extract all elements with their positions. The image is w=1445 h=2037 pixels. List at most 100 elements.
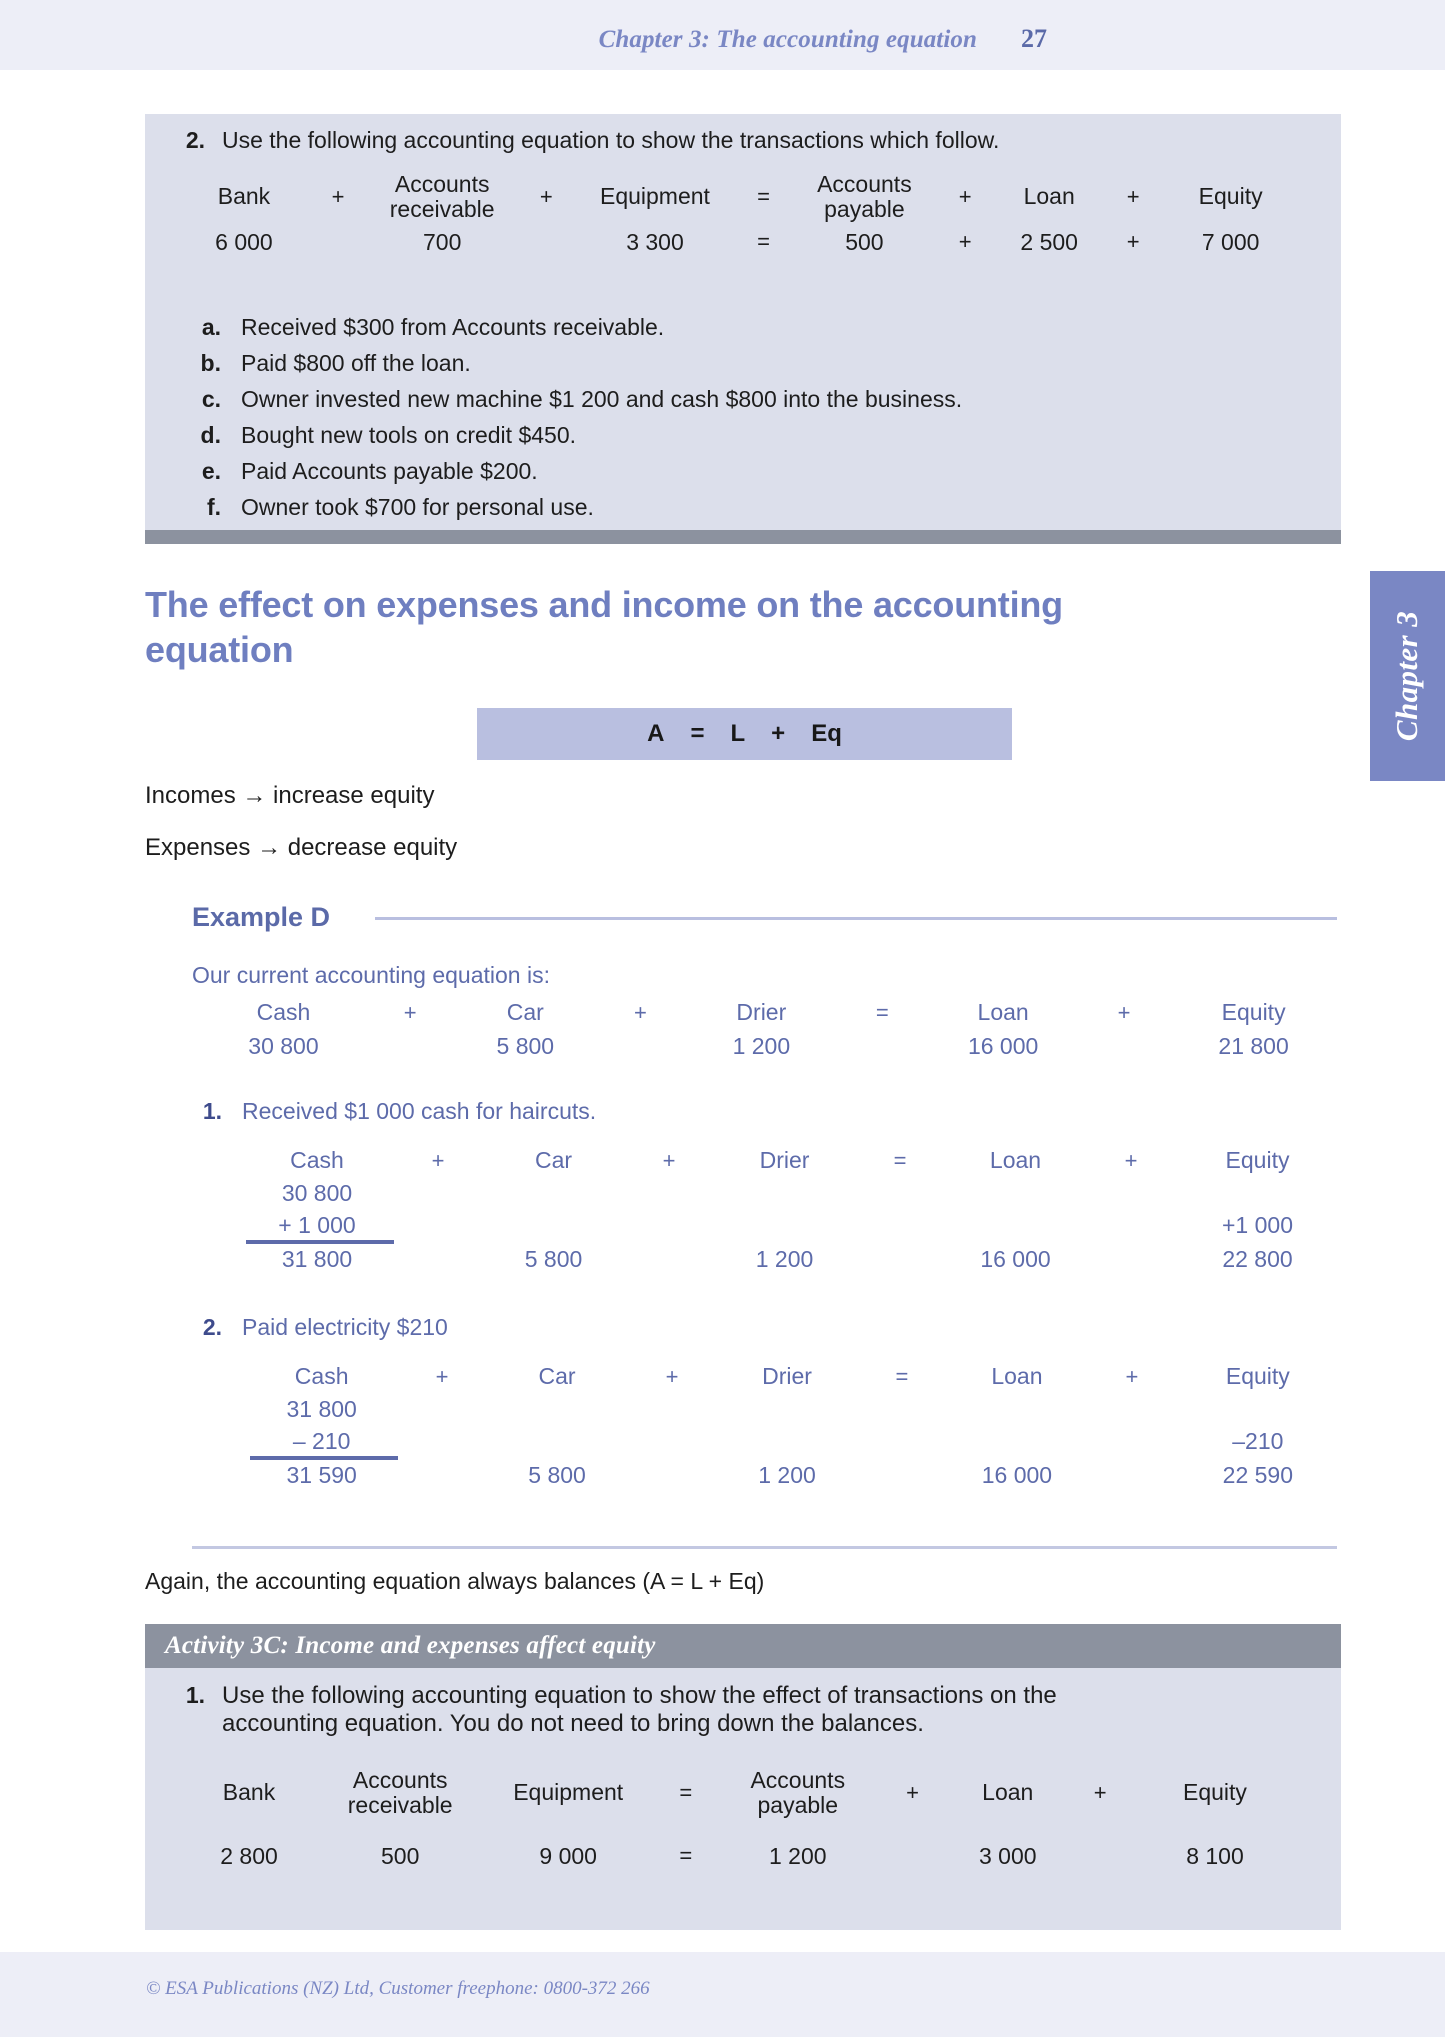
eq-value [946,1422,1088,1454]
subtotal-rule [250,1456,399,1461]
eq-value [394,1206,482,1238]
spacer [625,1237,713,1247]
eq-cell: Car [534,1147,573,1173]
eq-value: = [757,229,771,255]
eq-value [1087,1173,1175,1206]
eq-value [856,1206,944,1238]
eq-value: 21 800 [1218,1032,1289,1059]
section-heading: The effect on expenses and income on the… [145,582,1275,673]
eq-cell: Drier [759,1147,810,1173]
eq-cell: Car [538,1363,576,1389]
eq-value: 500 [381,1842,420,1869]
eq-cell: Equity [1183,1779,1247,1806]
eq-value [944,1173,1087,1206]
list-item-text: Paid Accounts payable $200. [241,458,538,484]
eq-cell: Equity [1198,183,1263,210]
transaction-list: a. Received $300 from Accounts receivabl… [191,314,1311,521]
activity-3c-prompt-line2: accounting equation. You do not need to … [222,1710,924,1737]
eq-value [1087,1247,1175,1272]
eq-cell: Equipment [513,1779,624,1806]
eq-value [1069,1818,1131,1869]
eq-value: 30 800 [248,1032,319,1059]
chapter-title: Chapter 3: The accounting equation [598,26,977,53]
activity-box-top: 2. Use the following accounting equation… [145,114,1341,530]
eq-cell: = [895,1363,909,1389]
formula-term-l: L [730,720,746,747]
activity-3c-equation: Bank Accounts receivable Equipment = Acc… [179,1768,1299,1868]
activity-3c-title: Activity 3C: Income and expenses affect … [165,1632,656,1659]
example-closing-rule [192,1546,1337,1549]
t2-opening-row: 31 800 [245,1389,1340,1422]
list-item-marker: b. [200,350,221,376]
eq-value: 16 000 [967,1032,1039,1059]
eq-value: + 1 000 [278,1211,356,1238]
eq-value: 22 800 [1222,1246,1293,1273]
t1-closing-row: 31 800 5 800 1 200 16 000 22 800 [240,1247,1340,1272]
page-number: 27 [1021,24,1047,53]
eq-value [1088,1389,1176,1422]
eq-cell: + [539,183,553,209]
t2-closing-row: 31 590 5 800 1 200 16 000 22 590 [245,1463,1340,1488]
eq-cell-line2: receivable [347,1791,453,1818]
rule-incomes: Incomes → increase equity [145,782,435,809]
eq-cell: + [435,1363,449,1389]
t1-change-row: + 1 000 +1 000 [240,1206,1340,1238]
question-row: 2. Use the following accounting equation… [165,127,1315,154]
eq-cell: Equipment [599,183,710,210]
eq-cell: = [875,999,889,1025]
eq-cell: Loan [977,999,1029,1025]
rule-expenses: Expenses → decrease equity [145,834,458,861]
eq-cell: Equity [1225,1363,1290,1389]
eq-value [879,1818,946,1869]
eq-cell: Bank [222,1779,276,1806]
example-closing-note: Again, the accounting equation always ba… [145,1568,765,1594]
example-rule-line [375,917,1337,920]
eq-value [367,1025,453,1059]
eq-cell: + [403,999,417,1025]
eq-value: 3 000 [978,1842,1037,1869]
eq-value [858,1422,946,1454]
eq-cell: + [906,1779,919,1805]
eq-value [486,1389,628,1422]
eq-value: 1 200 [768,1842,827,1869]
eq-cell: + [634,999,647,1025]
eq-value: 9 000 [539,1842,597,1869]
eq-value: 31 800 [286,1395,357,1422]
list-item-text: Paid $800 off the loan. [241,350,471,376]
transaction-number: 1. [202,1098,222,1124]
eq-value: 2 500 [1020,228,1078,255]
eq-value [1087,1206,1175,1238]
eq-cell: = [757,183,771,209]
list-item: b. Paid $800 off the loan. [191,350,1311,377]
eq-cell-line2: payable [824,195,905,222]
formula-term-a: A [647,720,665,747]
eq-value: 5 800 [528,1462,586,1489]
example-transaction-2-table-wrap: Cash + Car + Drier = Loan + Equity 31 80… [245,1364,1340,1488]
activity-3c-question-number: 1. [185,1682,205,1708]
eq-value [716,1389,858,1422]
footer-copyright: © ESA Publications (NZ) Ltd, Customer fr… [146,1978,650,1999]
eq-cell: Loan [989,1147,1042,1173]
example-label: Example D [192,902,331,932]
equation-top-table: Bank + Accounts receivable + Equipment =… [179,172,1299,254]
list-item: e. Paid Accounts payable $200. [191,458,1311,485]
list-item-text: Received $300 from Accounts receivable. [241,314,665,340]
activity-3c-value-row: 2 800 500 9 000 = 1 200 3 000 8 100 [179,1818,1299,1869]
example-transaction-2-heading: 2. Paid electricity $210 [192,1314,1092,1341]
eq-value: 6 000 [215,228,273,255]
eq-cell: Equity [1221,999,1286,1025]
eq-value [1081,1025,1167,1059]
eq-value: + [958,229,972,255]
eq-value: 1 200 [755,1246,814,1273]
eq-cell: = [893,1147,907,1173]
eq-value: –210 [1232,1427,1284,1454]
eq-value [398,1463,486,1488]
eq-cell: + [1124,1147,1138,1173]
eq-value: 31 800 [281,1246,353,1273]
activity-box-bottom: 1. Use the following accounting equation… [145,1668,1341,1930]
eq-value: +1 000 [1222,1211,1293,1238]
formula-operator-equals: = [690,720,705,747]
eq-value [858,1463,946,1488]
eq-cell: Loan [1023,183,1075,210]
eq-cell: Drier [736,999,787,1025]
